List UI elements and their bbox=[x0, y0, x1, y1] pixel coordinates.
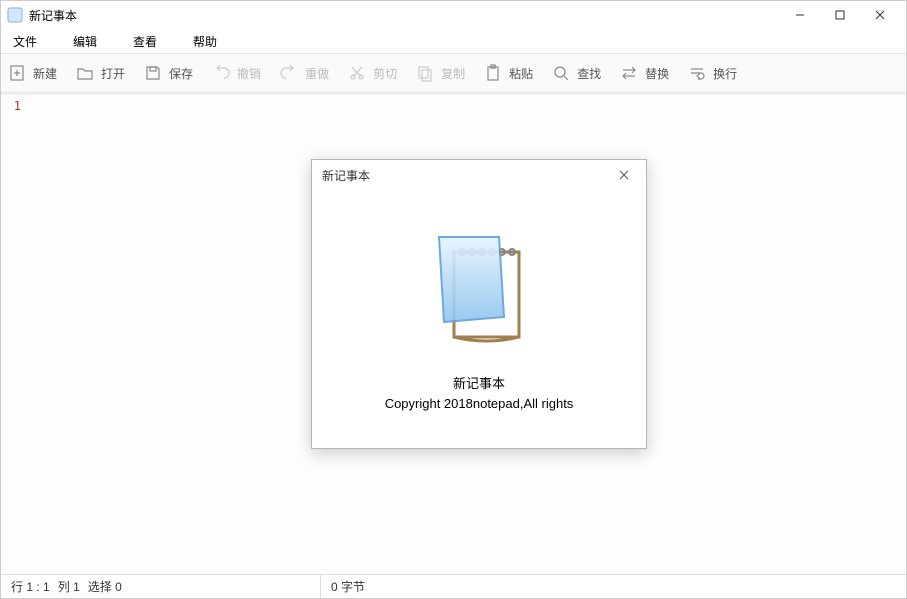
undo-button[interactable]: 撤销 bbox=[211, 63, 261, 83]
replace-icon bbox=[619, 63, 639, 83]
status-sel-value: 0 bbox=[115, 580, 122, 594]
cut-icon bbox=[347, 63, 367, 83]
redo-icon bbox=[279, 63, 299, 83]
window-title: 新记事本 bbox=[29, 7, 77, 24]
maximize-button[interactable] bbox=[820, 1, 860, 29]
new-button[interactable]: 新建 bbox=[7, 63, 57, 83]
new-icon bbox=[7, 63, 27, 83]
open-label: 打开 bbox=[101, 65, 125, 82]
app-window: 新记事本 文件 编辑 查看 帮助 新建 打开 保存 撤销 重做 bbox=[0, 0, 907, 599]
dialog-copyright: Copyright 2018notepad,All rights bbox=[385, 396, 574, 411]
dialog-body: 新记事本 Copyright 2018notepad,All rights bbox=[312, 190, 646, 448]
copy-icon bbox=[415, 63, 435, 83]
status-bytes-value: 0 bbox=[331, 580, 338, 594]
find-icon bbox=[551, 63, 571, 83]
line-number: 1 bbox=[1, 99, 21, 113]
dialog-title: 新记事本 bbox=[322, 167, 370, 184]
cut-button[interactable]: 剪切 bbox=[347, 63, 397, 83]
replace-label: 替换 bbox=[645, 65, 669, 82]
menubar: 文件 编辑 查看 帮助 bbox=[1, 29, 906, 53]
status-row-label: 行 bbox=[11, 578, 23, 595]
status-row-value: 1 : 1 bbox=[26, 580, 49, 594]
toolbar: 新建 打开 保存 撤销 重做 剪切 复制 粘贴 bbox=[1, 53, 906, 93]
wrap-button[interactable]: 换行 bbox=[687, 63, 737, 83]
close-button[interactable] bbox=[860, 1, 900, 29]
status-col-label: 列 bbox=[58, 578, 70, 595]
paste-button[interactable]: 粘贴 bbox=[483, 63, 533, 83]
menu-file[interactable]: 文件 bbox=[7, 31, 43, 52]
copy-label: 复制 bbox=[441, 65, 465, 82]
titlebar: 新记事本 bbox=[1, 1, 906, 29]
open-icon bbox=[75, 63, 95, 83]
dialog-app-name: 新记事本 bbox=[453, 373, 505, 392]
new-label: 新建 bbox=[33, 65, 57, 82]
wrap-icon bbox=[687, 63, 707, 83]
line-gutter: 1 bbox=[1, 95, 25, 574]
status-sel-label: 选择 bbox=[88, 578, 112, 595]
menu-help[interactable]: 帮助 bbox=[187, 31, 223, 52]
undo-label: 撤销 bbox=[237, 65, 261, 82]
app-icon bbox=[7, 7, 23, 23]
wrap-label: 换行 bbox=[713, 65, 737, 82]
redo-button[interactable]: 重做 bbox=[279, 63, 329, 83]
find-label: 查找 bbox=[577, 65, 601, 82]
save-button[interactable]: 保存 bbox=[143, 63, 193, 83]
statusbar: 行 1 : 1 列 1 选择 0 0 字节 bbox=[1, 574, 906, 598]
dialog-close-button[interactable] bbox=[612, 163, 636, 187]
status-bytes-label: 字节 bbox=[341, 578, 365, 595]
menu-view[interactable]: 查看 bbox=[127, 31, 163, 52]
find-button[interactable]: 查找 bbox=[551, 63, 601, 83]
replace-button[interactable]: 替换 bbox=[619, 63, 669, 83]
dialog-titlebar: 新记事本 bbox=[312, 160, 646, 190]
save-icon bbox=[143, 63, 163, 83]
status-cursor: 行 1 : 1 列 1 选择 0 bbox=[1, 575, 321, 598]
minimize-button[interactable] bbox=[780, 1, 820, 29]
status-col-value: 1 bbox=[73, 580, 80, 594]
open-button[interactable]: 打开 bbox=[75, 63, 125, 83]
notepad-icon bbox=[404, 207, 554, 357]
menu-edit[interactable]: 编辑 bbox=[67, 31, 103, 52]
undo-icon bbox=[211, 63, 231, 83]
status-bytes: 0 字节 bbox=[321, 575, 375, 598]
cut-label: 剪切 bbox=[373, 65, 397, 82]
about-dialog: 新记事本 bbox=[311, 159, 647, 449]
copy-button[interactable]: 复制 bbox=[415, 63, 465, 83]
paste-label: 粘贴 bbox=[509, 65, 533, 82]
save-label: 保存 bbox=[169, 65, 193, 82]
paste-icon bbox=[483, 63, 503, 83]
redo-label: 重做 bbox=[305, 65, 329, 82]
